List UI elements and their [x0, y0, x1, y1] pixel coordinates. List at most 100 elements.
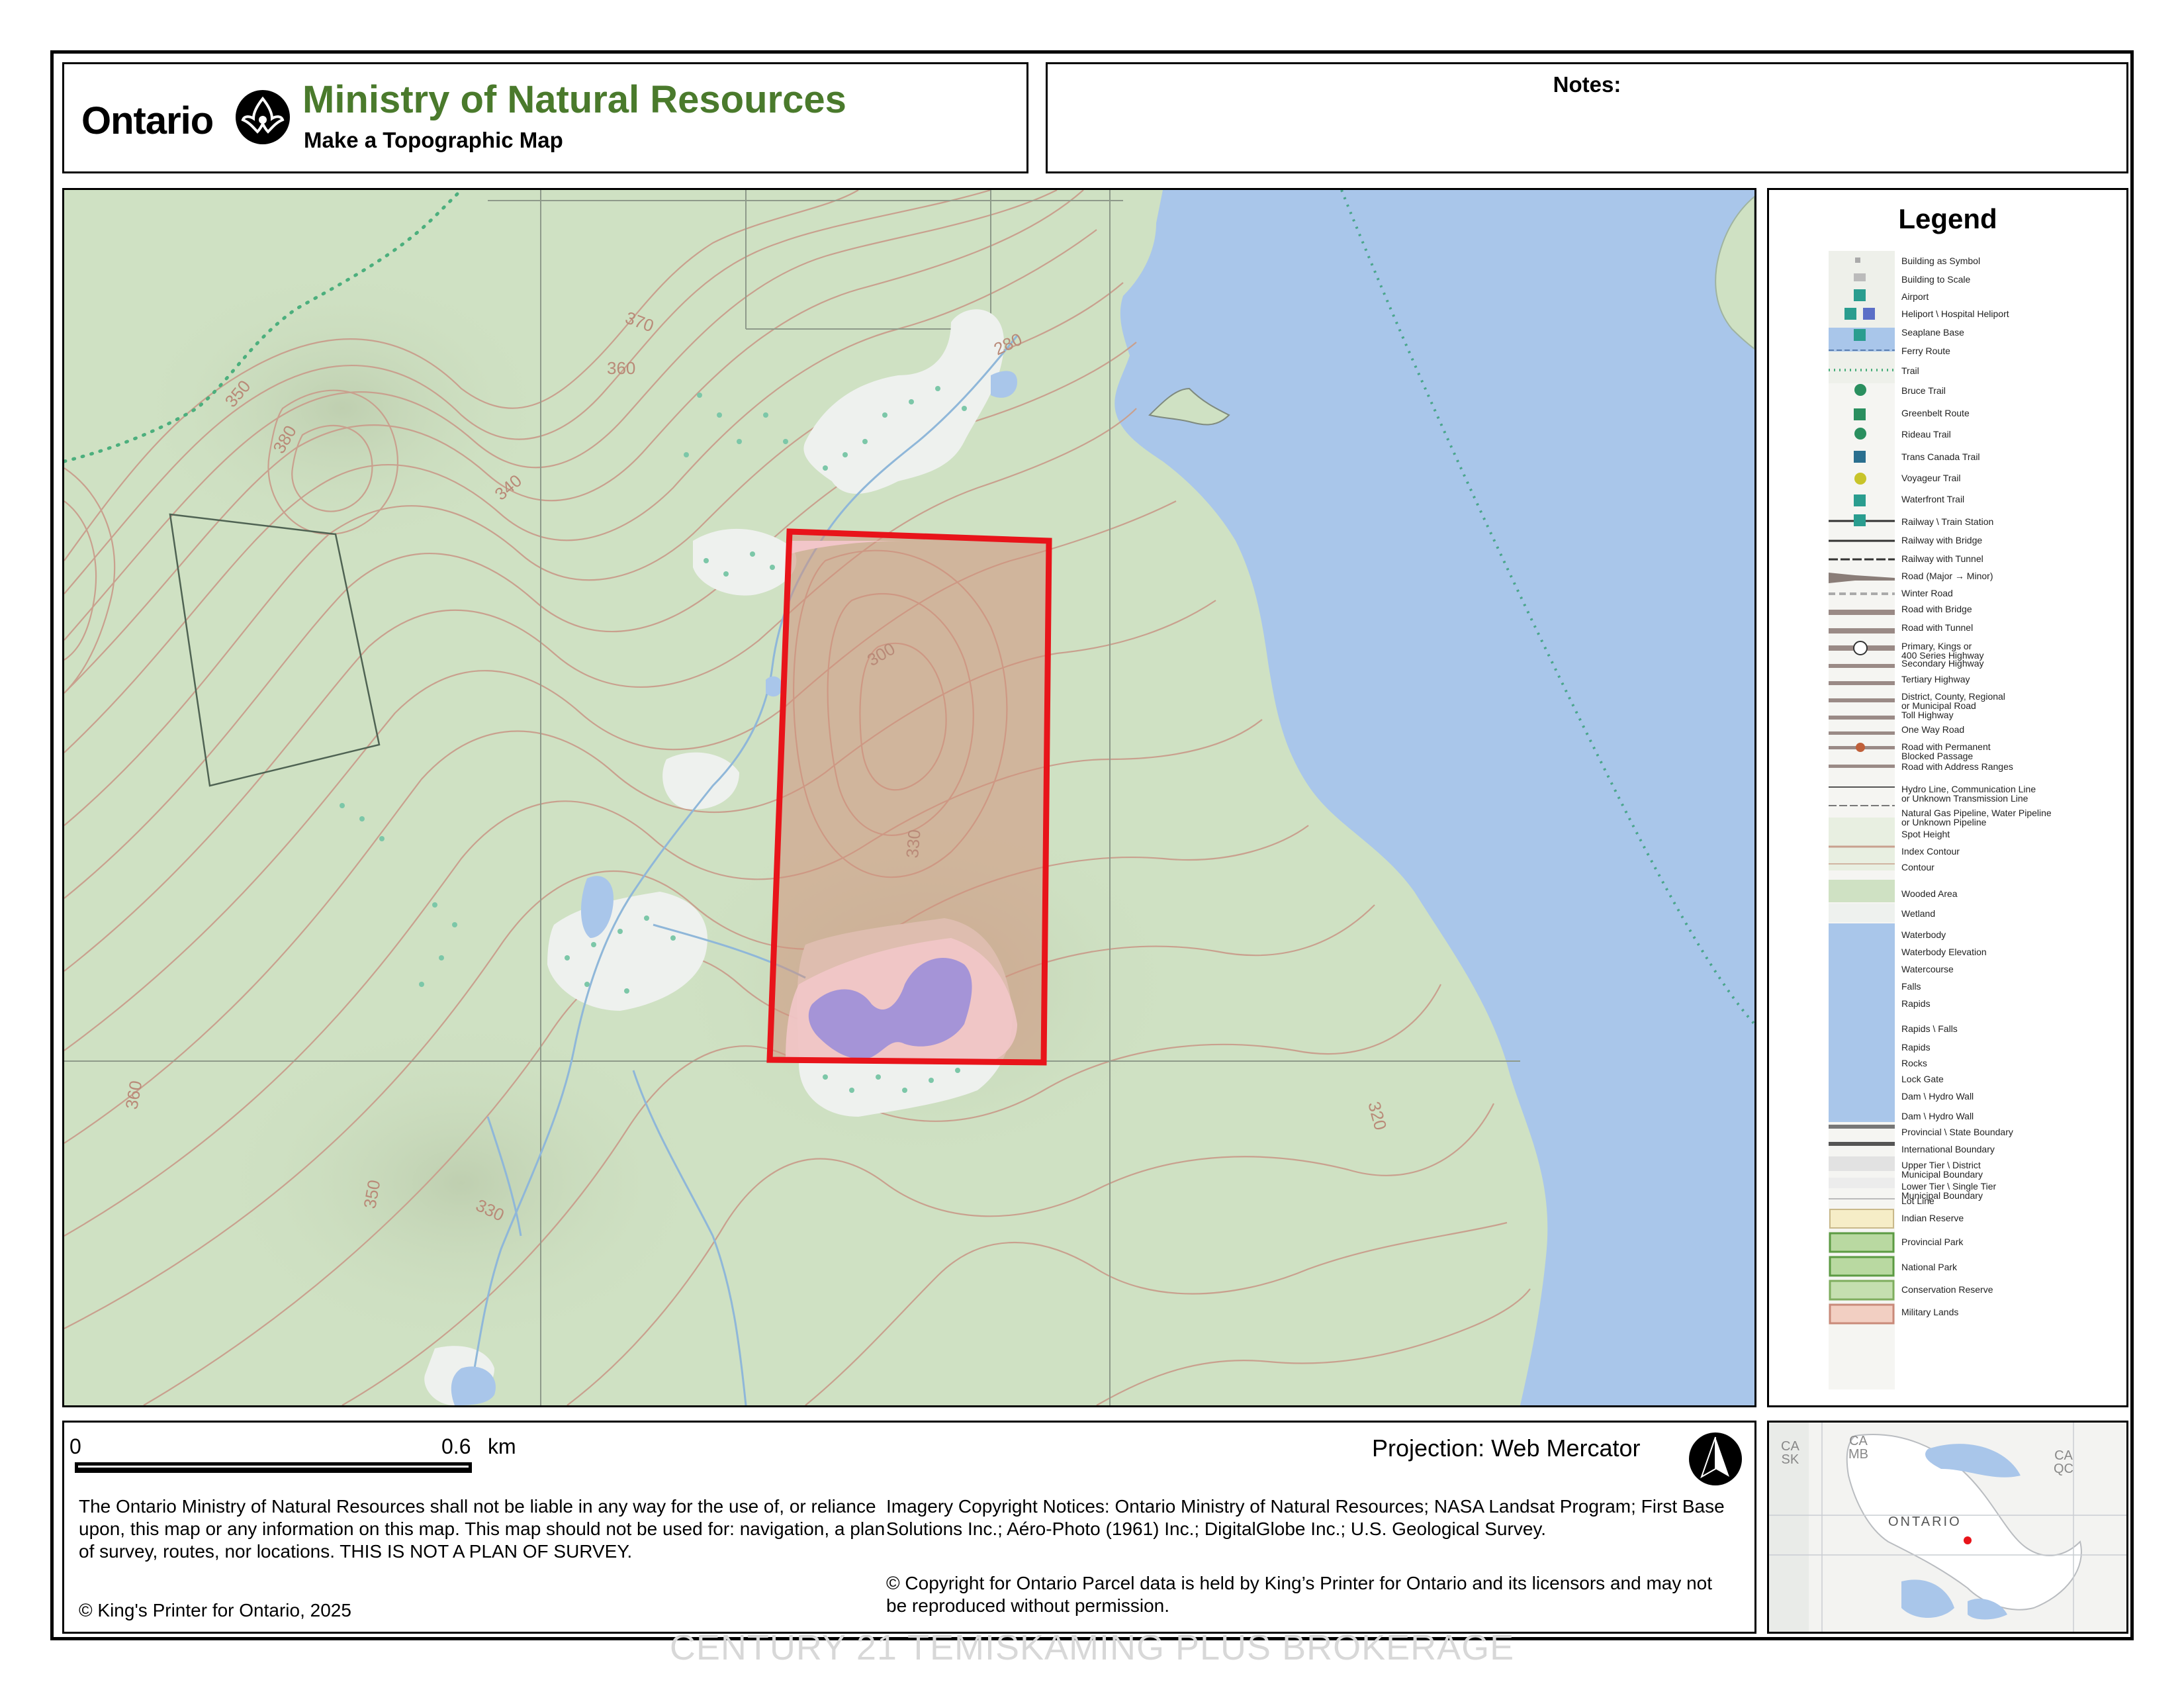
legend-item: Greenbelt Route: [1901, 408, 1970, 418]
copyright-text: © King's Printer for Ontario, 2025: [79, 1600, 351, 1620]
building-scale-icon: [1854, 273, 1866, 281]
locator-inset-map: CA SK CA MB CA QC ONTARIO: [1767, 1421, 2128, 1634]
legend-item: Waterbody: [1901, 929, 1946, 940]
ontario-wordmark: Ontario: [81, 99, 214, 142]
military-lands-swatch: [1829, 1303, 1895, 1325]
toll-highway-line: [1829, 716, 1895, 720]
legend-item: Rapids: [1901, 1042, 1931, 1053]
trans-canada-trail-icon: [1854, 451, 1866, 463]
heliport-icon: [1844, 308, 1856, 320]
parcel-highlight[interactable]: [766, 528, 1052, 1066]
conservation-reserve-swatch: [1829, 1280, 1895, 1301]
scale-unit-label: km: [488, 1434, 516, 1458]
one-way-road-line: [1829, 731, 1895, 735]
legend-item: Road with Permanent Blocked Passage: [1901, 741, 1991, 761]
legend-item: Railway with Bridge: [1901, 535, 1983, 545]
municipal-road-line: [1829, 698, 1895, 702]
international-boundary-line: [1829, 1142, 1895, 1146]
contour-label: 360: [607, 358, 635, 378]
legend-item: Trans Canada Trail: [1901, 451, 1980, 462]
map-panel[interactable]: 370 360 350 380 340 280 300 330 360 350 …: [62, 188, 1756, 1407]
ontario-trillium-logo: [236, 90, 290, 144]
legend-item: Indian Reserve: [1901, 1213, 1964, 1223]
airport-icon: [1854, 289, 1866, 301]
legend-item: Toll Highway: [1901, 710, 1954, 720]
legend-item: Rapids: [1901, 998, 1931, 1009]
legend-item: Natural Gas Pipeline, Water Pipeline or …: [1901, 808, 2052, 827]
topographic-map[interactable]: 370 360 350 380 340 280 300 330 360 350 …: [64, 190, 1754, 1405]
inset-label-mb: CA MB: [1848, 1434, 1868, 1462]
provincial-boundary-line: [1829, 1125, 1895, 1129]
legend-item: Tertiary Highway: [1901, 674, 1970, 684]
inset-label-sk: CA SK: [1781, 1439, 1799, 1467]
imagery-notice: Imagery Copyright Notices: Ontario Minis…: [886, 1496, 1725, 1539]
seaplane-icon: [1854, 329, 1866, 341]
disclaimer-text: The Ontario Ministry of Natural Resource…: [79, 1496, 886, 1562]
lower-tier-boundary-swatch: [1829, 1178, 1895, 1188]
ministry-title: Ministry of Natural Resources: [302, 78, 846, 121]
legend-item: Upper Tier \ District Municipal Boundary: [1901, 1160, 1983, 1180]
address-range-road-line: [1829, 765, 1895, 768]
legend-item: Dam \ Hydro Wall: [1901, 1091, 1974, 1102]
legend-item: Road (Major → Minor): [1901, 571, 1993, 581]
legend-item: Rideau Trail: [1901, 429, 1951, 440]
header-panel: Ontario Ministry of Natural Resources Ma…: [62, 62, 1028, 173]
legend-item: Railway \ Train Station: [1901, 516, 1994, 527]
legend-item: Wooded Area: [1901, 888, 1958, 899]
north-arrow-icon: [1689, 1432, 1742, 1485]
legend-item: Waterbody Elevation: [1901, 947, 1987, 957]
road-bridge-line: [1829, 610, 1895, 615]
legend-item: Military Lands: [1901, 1307, 1959, 1317]
tertiary-highway-line: [1829, 681, 1895, 685]
legend-item: Rapids \ Falls: [1901, 1023, 1958, 1034]
scale-end-label: 0.6: [441, 1434, 471, 1458]
legend-item: Road with Address Ranges: [1901, 761, 2013, 772]
inset-label-qc: CA QC: [2054, 1448, 2073, 1476]
legend-item: Ferry Route: [1901, 346, 1950, 356]
footer-panel: 0 0.6 km Projection: Web Mercator The On…: [62, 1421, 1756, 1634]
legend-item: Dam \ Hydro Wall: [1901, 1111, 1974, 1121]
legend-item: Railway with Tunnel: [1901, 553, 1983, 564]
legend-item: Building as Symbol: [1901, 256, 1981, 266]
legend-item: Watercourse: [1901, 964, 1954, 974]
legend-item: Falls: [1901, 981, 1921, 992]
hospital-heliport-icon: [1863, 308, 1875, 320]
scale-bar: [75, 1462, 472, 1473]
blocked-passage-icon: [1856, 743, 1865, 752]
legend-item: Wetland: [1901, 908, 1936, 919]
legend-item: Provincial \ State Boundary: [1901, 1127, 2013, 1137]
legend-item: Airport: [1901, 291, 1929, 302]
legend-item: Secondary Highway: [1901, 658, 1984, 669]
legend-item: Seaplane Base: [1901, 327, 1964, 338]
national-park-swatch: [1829, 1256, 1895, 1277]
legend-item: Index Contour: [1901, 846, 1960, 857]
legend-item: Spot Height: [1901, 829, 1950, 839]
legend-item: Lot Line: [1901, 1196, 1934, 1206]
legend-item: Road with Tunnel: [1901, 622, 1974, 633]
legend-item: Conservation Reserve: [1901, 1284, 1993, 1295]
scale-start-label: 0: [69, 1434, 81, 1458]
legend-item: Trail: [1901, 365, 1919, 376]
legend-item: Waterfront Trail: [1901, 494, 1965, 504]
legend-item: Primary, Kings or 400 Series Highway: [1901, 641, 1984, 661]
secondary-highway-line: [1829, 664, 1895, 668]
legend-item: District, County, Regional or Municipal …: [1901, 691, 2005, 711]
legend-item: Contour: [1901, 862, 1934, 872]
legend-panel: Legend Building as Symbol Building to Sc…: [1767, 188, 2128, 1407]
rideau-trail-icon: [1854, 428, 1866, 440]
inset-label-ontario: ONTARIO: [1888, 1515, 1962, 1529]
parcel-notice: © Copyright for Ontario Parcel data is h…: [886, 1573, 1713, 1616]
legend-title: Legend: [1898, 203, 1997, 234]
waterbody-swatch: [1829, 923, 1895, 1122]
brokerage-watermark: CENTURY 21 TEMISKAMING PLUS BROKERAGE: [669, 1628, 1515, 1667]
hill-shade: [210, 1011, 713, 1355]
legend-item: Hydro Line, Communication Line or Unknow…: [1901, 784, 2036, 804]
legend-item: Lock Gate: [1901, 1074, 1944, 1084]
map-subtitle: Make a Topographic Map: [304, 128, 563, 152]
wetland-swatch: [1829, 904, 1895, 922]
upper-tier-boundary-swatch: [1829, 1156, 1895, 1171]
train-station-icon: [1854, 514, 1866, 526]
bruce-trail-icon: [1854, 384, 1866, 396]
provincial-park-swatch: [1829, 1232, 1895, 1253]
greenbelt-icon: [1854, 408, 1866, 420]
